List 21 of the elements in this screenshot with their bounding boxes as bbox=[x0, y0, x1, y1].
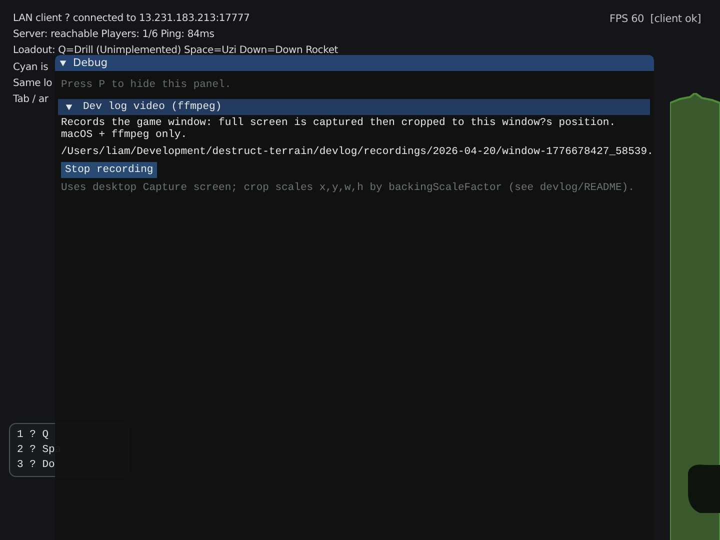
hud-text: Tab / ar bbox=[13, 93, 48, 108]
hud-text: Cyan is bbox=[13, 60, 48, 75]
hud-text: Same lo bbox=[13, 76, 52, 91]
collapse-triangle-icon[interactable] bbox=[59, 59, 67, 67]
section-header[interactable]: Dev log video (ffmpeg) bbox=[58, 99, 650, 115]
hud-text: Server: reachable Players: 1/6 Ping: 84ms bbox=[13, 28, 214, 42]
hotbar-slot-text: 3 ? Do bbox=[17, 459, 55, 471]
hotbar-slot-text: 1 ? Q bbox=[17, 429, 49, 441]
file-path-text: /Users/liam/Development/destruct-terrain/devlog/recordings/2026-04-20/window-1776678427_58539. bbox=[61, 146, 654, 158]
hud-text: LAN client ? connected to 13.231.183.213:17777 bbox=[13, 12, 250, 26]
hud-text: Loadout: Q=Drill (Unimplemented) Space=Uzi Down=Down Rocket bbox=[13, 44, 338, 58]
stop-recording-button[interactable]: Stop recording bbox=[61, 162, 158, 178]
section-title: Dev log video (ffmpeg) bbox=[83, 101, 222, 113]
panel-title: Debug bbox=[73, 57, 108, 69]
collapse-triangle-icon[interactable] bbox=[65, 103, 73, 111]
note-text: Uses desktop Capture screen; crop scales x,y,w,h by backingScaleFactor (see devlog/README). bbox=[60, 181, 636, 195]
hint-text: Press P to hide this panel. bbox=[60, 78, 232, 93]
panel-title-bar[interactable]: Debug bbox=[55, 55, 654, 71]
description-text: Records the game window: full screen is captured then cropped to this window?s position. bbox=[61, 118, 616, 129]
status-text: FPS 60 [client ok] bbox=[610, 12, 701, 27]
description-text: macOS + ffmpeg only. bbox=[61, 130, 188, 141]
